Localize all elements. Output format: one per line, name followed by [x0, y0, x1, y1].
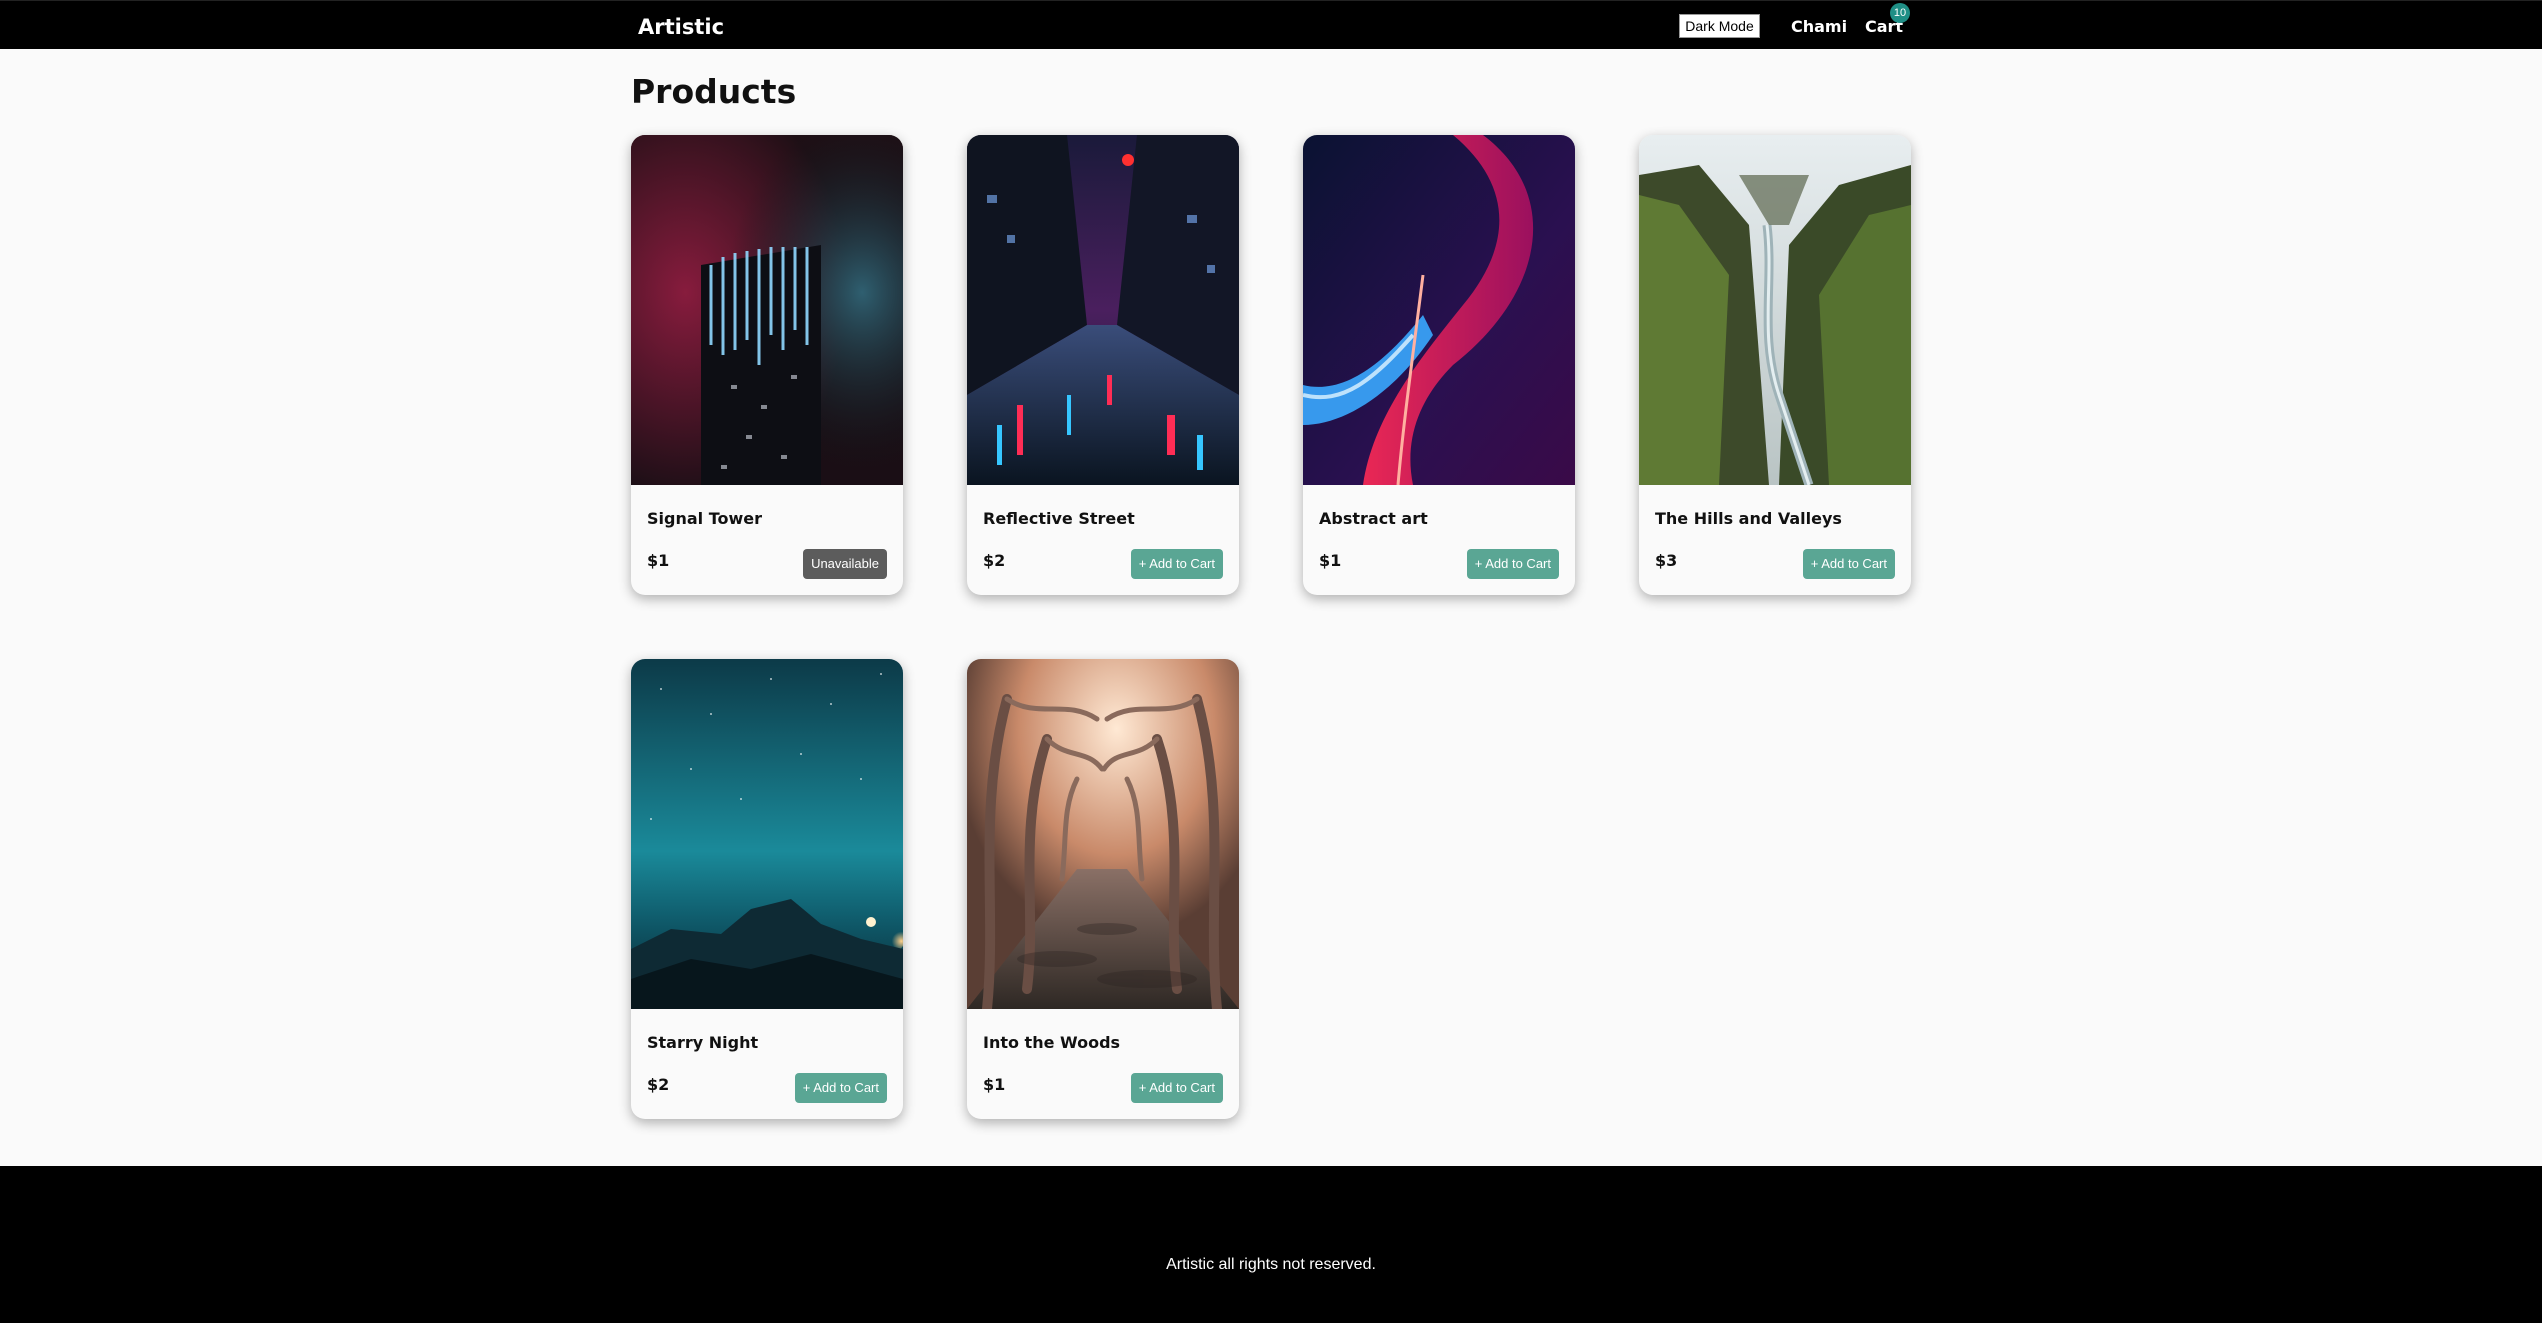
product-image-hills-valleys[interactable] [1639, 135, 1911, 485]
product-name: Reflective Street [983, 509, 1135, 528]
navbar: Artistic Dark Mode Chami Cart 10 [0, 0, 2542, 49]
product-name: Into the Woods [983, 1033, 1121, 1052]
cart-count-badge: 10 [1890, 3, 1910, 23]
product-name: Starry Night [647, 1033, 759, 1052]
brand-logo[interactable]: Artistic [638, 15, 724, 39]
footer-copyright: Artistic all rights not reserved. [1166, 1256, 1376, 1273]
footer: Artistic all rights not reserved. [0, 1166, 2542, 1323]
product-name: The Hills and Valleys [1655, 509, 1842, 528]
product-card: Reflective Street $2 + Add to Cart [967, 135, 1239, 595]
product-price: $3 [1655, 551, 1678, 570]
product-card: Abstract art $1 + Add to Cart [1303, 135, 1575, 595]
product-image-into-the-woods[interactable] [967, 659, 1239, 1009]
product-name: Abstract art [1319, 509, 1428, 528]
page-title: Products [631, 72, 797, 111]
add-to-cart-button[interactable]: + Add to Cart [794, 1073, 887, 1103]
product-price: $1 [647, 551, 670, 570]
product-card: Starry Night $2 + Add to Cart [631, 659, 903, 1119]
product-price: $1 [983, 1075, 1006, 1094]
dark-mode-button[interactable]: Dark Mode [1679, 14, 1760, 38]
add-to-cart-button[interactable]: + Add to Cart [1130, 1073, 1223, 1103]
product-card: Into the Woods $1 + Add to Cart [967, 659, 1239, 1119]
product-price: $1 [1319, 551, 1342, 570]
product-image-signal-tower[interactable] [631, 135, 903, 485]
product-image-reflective-street[interactable] [967, 135, 1239, 485]
product-price: $2 [647, 1075, 670, 1094]
add-to-cart-button[interactable]: + Add to Cart [1130, 549, 1223, 579]
product-image-abstract-art[interactable] [1303, 135, 1575, 485]
add-to-cart-button[interactable]: + Add to Cart [1466, 549, 1559, 579]
add-to-cart-button[interactable]: + Add to Cart [1802, 549, 1895, 579]
product-name: Signal Tower [647, 509, 763, 528]
product-card: Signal Tower $1 Unavailable [631, 135, 903, 595]
product-image-starry-night[interactable] [631, 659, 903, 1009]
unavailable-button[interactable]: Unavailable [803, 549, 887, 579]
product-price: $2 [983, 551, 1006, 570]
user-menu-link[interactable]: Chami [1791, 17, 1847, 36]
product-card: The Hills and Valleys $3 + Add to Cart [1639, 135, 1911, 595]
